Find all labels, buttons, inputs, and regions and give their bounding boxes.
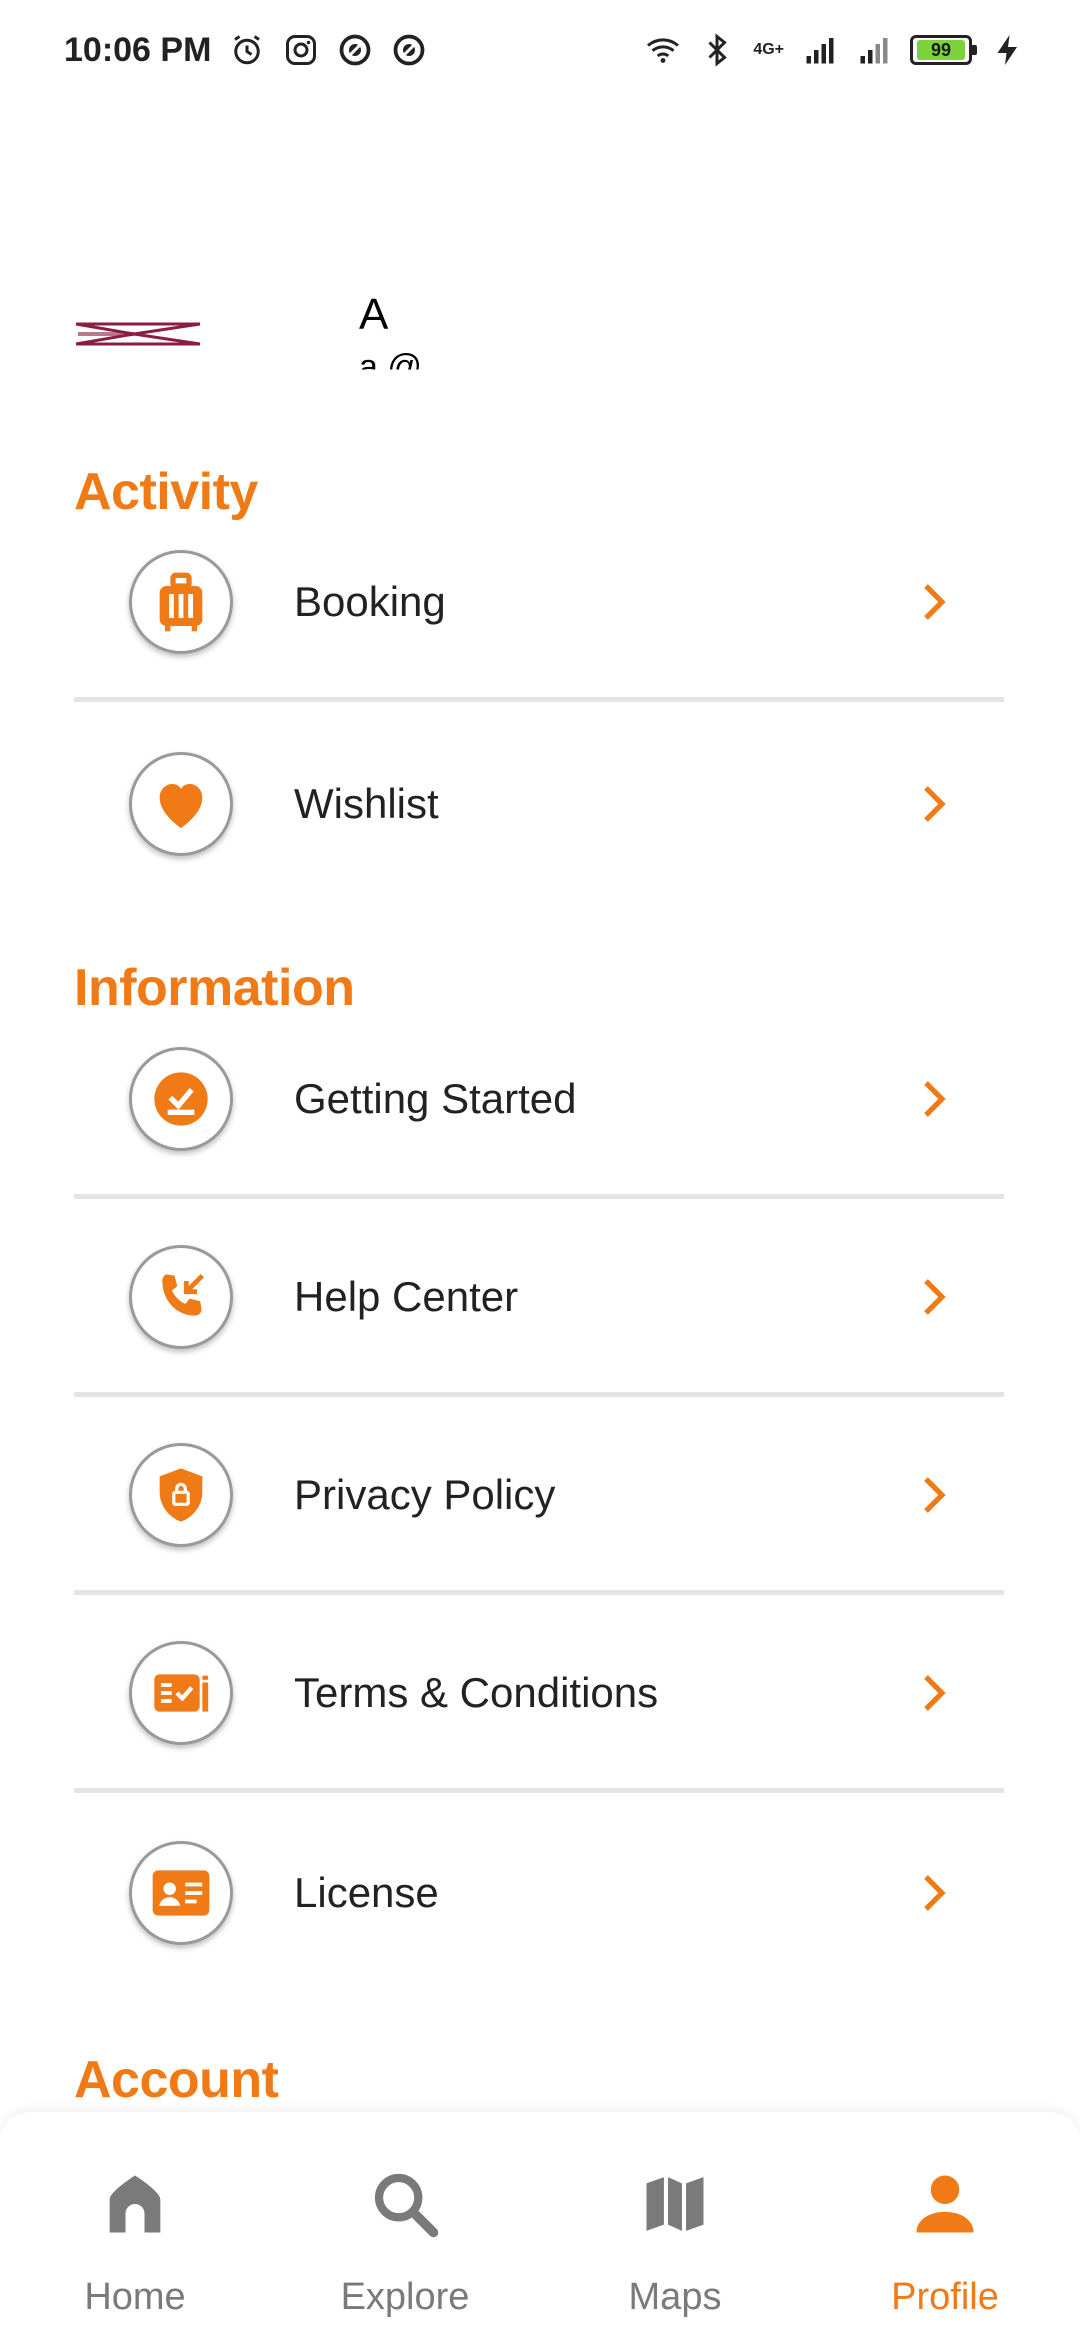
status-left: 10:06 PM bbox=[64, 31, 427, 70]
profile-logo bbox=[74, 320, 202, 348]
chevron-right-icon bbox=[914, 1277, 954, 1317]
chevron-right-icon bbox=[914, 1673, 954, 1713]
menu-item-wishlist[interactable]: Wishlist bbox=[74, 706, 1004, 902]
status-bar: 10:06 PM 4G+ 99 bbox=[0, 0, 1080, 100]
search-icon bbox=[363, 2162, 447, 2246]
app-icon bbox=[340, 34, 371, 66]
document-check-icon bbox=[129, 1640, 233, 1745]
menu-item-label: Booking bbox=[294, 577, 446, 625]
nav-label: Profile bbox=[891, 2276, 999, 2318]
profile-header[interactable]: A a @ bbox=[74, 290, 1014, 400]
network-type-label: 4G+ bbox=[753, 41, 784, 58]
menu-item-label: License bbox=[294, 1869, 439, 1916]
menu-item-license[interactable]: License bbox=[74, 1795, 1004, 1991]
menu-item-label: Wishlist bbox=[294, 780, 439, 827]
nav-item-profile[interactable]: Profile bbox=[810, 2112, 1080, 2340]
chevron-right-icon bbox=[914, 784, 954, 824]
menu-item-label: Terms & Conditions bbox=[294, 1668, 659, 1716]
check-download-icon bbox=[129, 1046, 233, 1151]
signal-icon bbox=[806, 38, 834, 64]
bluetooth-icon bbox=[708, 33, 728, 67]
menu-item-terms-conditions[interactable]: Terms & Conditions bbox=[74, 1597, 1004, 1793]
bottom-navigation: Home Explore Maps Profile bbox=[0, 2112, 1080, 2340]
menu-item-booking[interactable]: Booking bbox=[74, 506, 1004, 702]
battery-icon: 99 bbox=[910, 35, 977, 65]
person-icon bbox=[903, 2162, 987, 2246]
instagram-icon bbox=[286, 35, 317, 65]
wifi-icon bbox=[647, 38, 680, 63]
chevron-right-icon bbox=[914, 1475, 954, 1515]
menu-item-label: Privacy Policy bbox=[294, 1470, 556, 1518]
status-time: 10:06 PM bbox=[64, 30, 212, 69]
profile-name: A bbox=[359, 290, 389, 339]
luggage-icon bbox=[129, 549, 233, 654]
menu-item-label: Help Center bbox=[294, 1272, 519, 1320]
alarm-icon bbox=[234, 35, 261, 65]
chevron-right-icon bbox=[914, 582, 954, 622]
nav-item-maps[interactable]: Maps bbox=[540, 2112, 810, 2340]
profile-email: a @ bbox=[359, 348, 422, 386]
nav-label: Explore bbox=[340, 2276, 470, 2318]
shield-lock-icon bbox=[129, 1442, 233, 1547]
nav-label: Home bbox=[84, 2276, 186, 2318]
app-icon bbox=[394, 34, 425, 66]
nav-item-home[interactable]: Home bbox=[0, 2112, 270, 2340]
id-card-icon bbox=[129, 1841, 233, 1945]
status-right: 4G+ 99 bbox=[645, 32, 1026, 68]
nav-item-explore[interactable]: Explore bbox=[270, 2112, 540, 2340]
charging-icon bbox=[997, 35, 1017, 65]
chevron-right-icon bbox=[914, 1873, 954, 1913]
nav-label: Maps bbox=[628, 2276, 722, 2318]
menu-item-label: Getting Started bbox=[294, 1074, 577, 1122]
signal-icon bbox=[860, 38, 888, 64]
menu-item-privacy-policy[interactable]: Privacy Policy bbox=[74, 1399, 1004, 1595]
section-title-account: Account bbox=[74, 2051, 279, 2109]
menu-item-getting-started[interactable]: Getting Started bbox=[74, 1003, 1004, 1199]
chevron-right-icon bbox=[914, 1079, 954, 1119]
battery-level: 99 bbox=[917, 40, 965, 60]
menu-item-help-center[interactable]: Help Center bbox=[74, 1201, 1004, 1397]
phone-callback-icon bbox=[129, 1244, 233, 1349]
heart-icon bbox=[129, 752, 233, 856]
map-icon bbox=[633, 2162, 717, 2246]
home-icon bbox=[93, 2162, 177, 2246]
